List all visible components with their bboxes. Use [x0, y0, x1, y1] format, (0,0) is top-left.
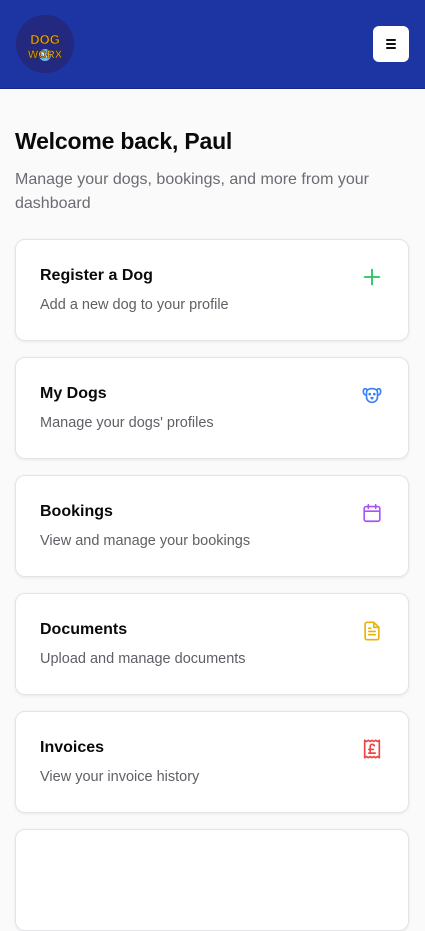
app-header: DOG WORX [0, 0, 425, 89]
card-title: Invoices [40, 739, 105, 756]
menu-button[interactable] [373, 26, 409, 62]
card-documents[interactable]: Documents Upload and manage documents [15, 593, 409, 695]
card-title: My Dogs [40, 385, 107, 402]
card-register-dog[interactable]: Register a Dog Add a new dog to your pro… [15, 239, 409, 341]
svg-text:WORX: WORX [28, 49, 63, 61]
dog-icon [361, 384, 383, 406]
page-title: Welcome back, Paul [15, 128, 233, 154]
document-icon [361, 620, 383, 642]
dogworx-logo[interactable]: DOG WORX [16, 15, 74, 73]
card-description: Upload and manage documents [40, 651, 246, 667]
card-description: View your invoice history [40, 769, 200, 785]
card-title: Bookings [40, 503, 113, 520]
calendar-icon [361, 502, 383, 524]
card-description: Add a new dog to your profile [40, 297, 229, 313]
card-title: Register a Dog [40, 267, 153, 284]
card-bookings[interactable]: Bookings View and manage your bookings [15, 475, 409, 577]
hamburger-icon [386, 37, 396, 51]
plus-icon [361, 266, 383, 288]
card-partial[interactable] [15, 829, 409, 931]
card-description: Manage your dogs' profiles [40, 415, 214, 431]
page-subtitle: Manage your dogs, bookings, and more fro… [15, 171, 369, 212]
svg-text:DOG: DOG [30, 32, 60, 47]
card-title: Documents [40, 621, 128, 638]
card-description: View and manage your bookings [40, 533, 251, 549]
card-invoices[interactable]: Invoices View your invoice history [15, 711, 409, 813]
receipt-pound-icon [361, 738, 383, 760]
card-my-dogs[interactable]: My Dogs Manage your dogs' profiles [15, 357, 409, 459]
